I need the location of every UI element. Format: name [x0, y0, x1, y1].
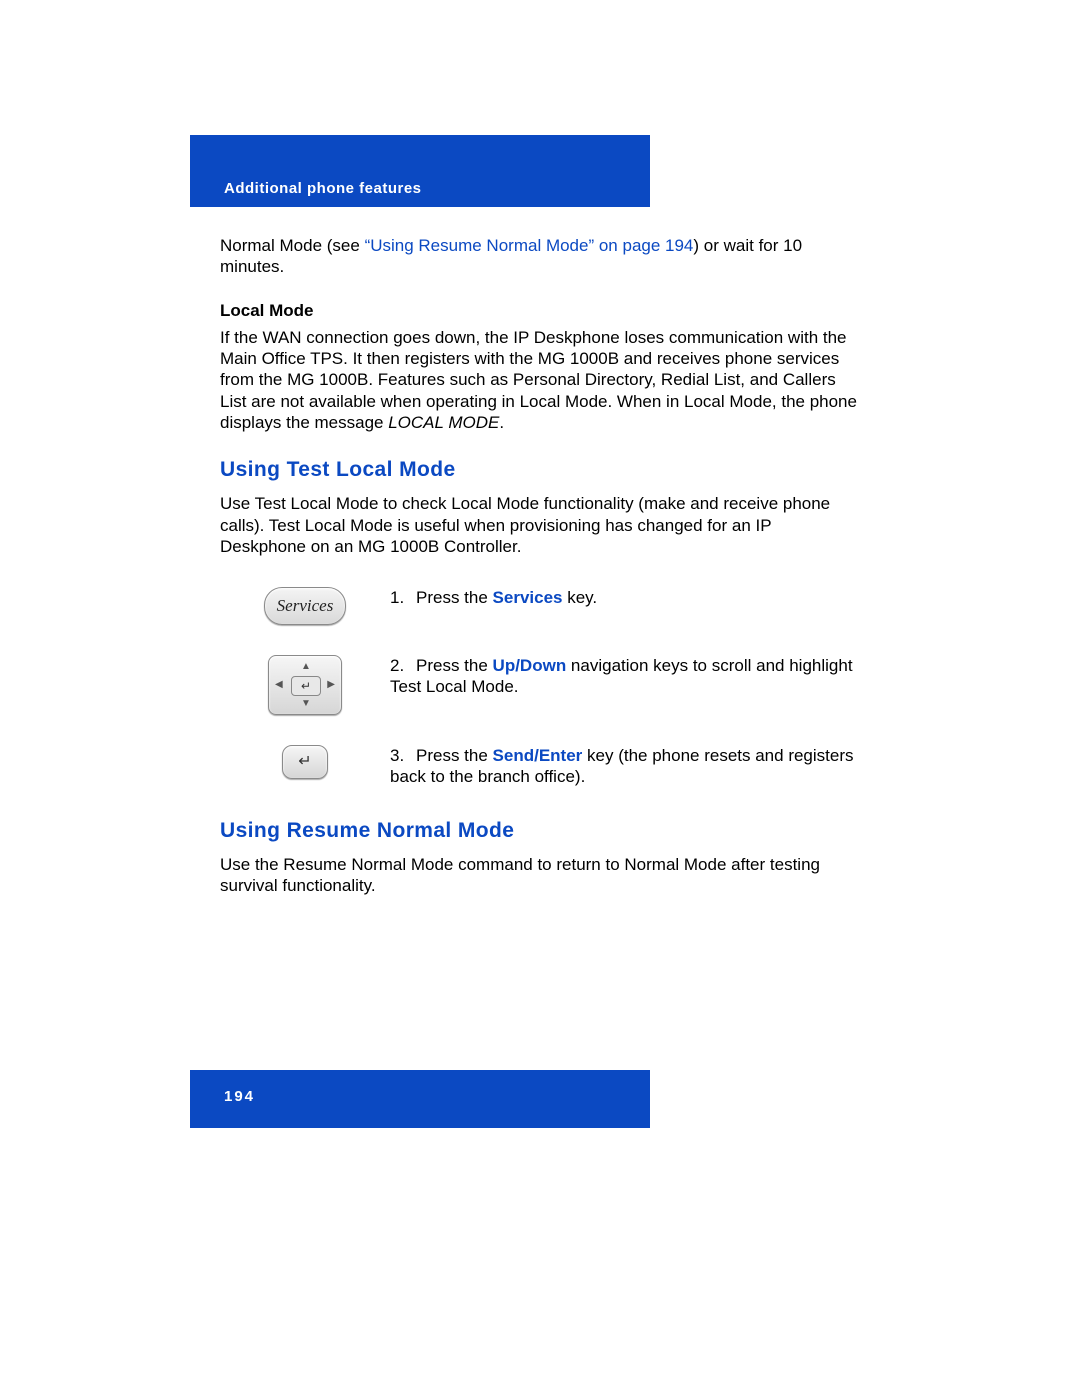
intro-paragraph: Normal Mode (see “Using Resume Normal Mo… [220, 235, 860, 278]
right-arrow-icon: ▶ [327, 679, 335, 692]
intro-pre: Normal Mode (see [220, 236, 365, 255]
left-arrow-icon: ◀ [275, 679, 283, 692]
step-number: 3. [390, 745, 416, 766]
step-pre: Press the [416, 588, 493, 607]
step-row: ▲ ▼ ◀ ▶ ↵ 2.Press the Up/Down navigation… [220, 655, 860, 715]
resume-normal-mode-link[interactable]: “Using Resume Normal Mode” on page 194 [365, 236, 694, 255]
steps-table: Services 1.Press the Services key. ▲ ▼ ◀… [220, 587, 860, 788]
local-mode-body-em: LOCAL MODE [388, 413, 499, 432]
step-icon-cell: ▲ ▼ ◀ ▶ ↵ [220, 655, 390, 715]
services-key-icon: Services [264, 587, 346, 625]
test-local-mode-body: Use Test Local Mode to check Local Mode … [220, 493, 860, 557]
step-row: Services 1.Press the Services key. [220, 587, 860, 625]
step-key: Services [493, 588, 563, 607]
page-number: 194 [224, 1088, 255, 1105]
step-number: 1. [390, 587, 416, 608]
page-content: Additional phone features Normal Mode (s… [190, 135, 890, 910]
local-mode-body-post: . [499, 413, 504, 432]
footer-bar: 194 [190, 1070, 650, 1128]
step-key: Send/Enter [493, 746, 583, 765]
step-pre: Press the [416, 746, 493, 765]
step-text: 1.Press the Services key. [390, 587, 860, 608]
down-arrow-icon: ▼ [301, 698, 311, 711]
step-pre: Press the [416, 656, 493, 675]
resume-normal-mode-title: Using Resume Normal Mode [220, 818, 860, 844]
step-key: Up/Down [493, 656, 567, 675]
step-text: 3.Press the Send/Enter key (the phone re… [390, 745, 860, 788]
step-icon-cell: ↵ [220, 745, 390, 779]
step-post: key. [563, 588, 598, 607]
step-number: 2. [390, 655, 416, 676]
body-content: Normal Mode (see “Using Resume Normal Mo… [190, 207, 890, 896]
step-icon-cell: Services [220, 587, 390, 625]
local-mode-body: If the WAN connection goes down, the IP … [220, 327, 860, 433]
header-bar: Additional phone features [190, 135, 650, 207]
enter-key-icon: ↵ [282, 745, 328, 779]
test-local-mode-title: Using Test Local Mode [220, 457, 860, 483]
local-mode-title: Local Mode [220, 300, 860, 321]
navigation-pad-icon: ▲ ▼ ◀ ▶ ↵ [268, 655, 342, 715]
step-row: ↵ 3.Press the Send/Enter key (the phone … [220, 745, 860, 788]
local-mode-body-pre: If the WAN connection goes down, the IP … [220, 328, 857, 432]
center-key-icon: ↵ [291, 676, 321, 696]
header-section-label: Additional phone features [224, 180, 422, 197]
resume-normal-mode-body: Use the Resume Normal Mode command to re… [220, 854, 860, 897]
step-text: 2.Press the Up/Down navigation keys to s… [390, 655, 860, 698]
up-arrow-icon: ▲ [301, 661, 311, 674]
